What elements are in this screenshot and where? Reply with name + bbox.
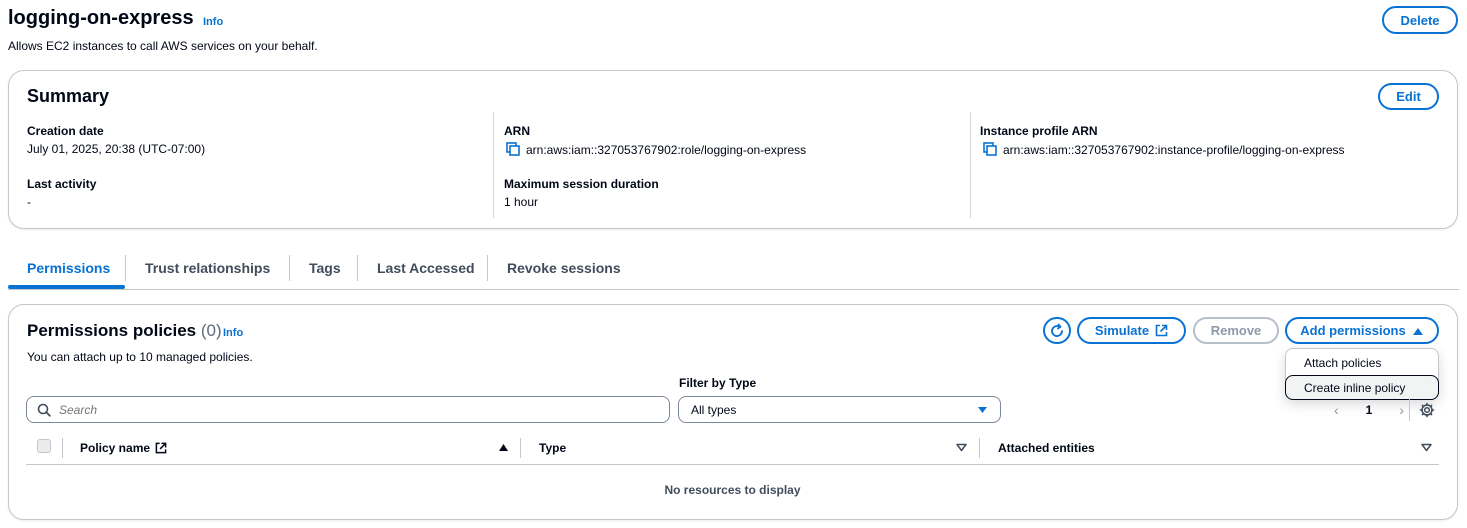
- search-input[interactable]: [59, 402, 619, 417]
- remove-button-label: Remove: [1210, 323, 1262, 338]
- sort-ascending-icon[interactable]: [498, 443, 509, 452]
- filter-type-value: All types: [691, 402, 737, 417]
- tab-divider: [289, 255, 290, 281]
- arn-row: arn:aws:iam::327053767902:role/logging-o…: [506, 142, 806, 157]
- max-session-value: 1 hour: [504, 195, 539, 209]
- select-all-checkbox[interactable]: [37, 439, 51, 453]
- role-description: Allows EC2 instances to call AWS service…: [8, 39, 318, 53]
- previous-page-icon[interactable]: ‹: [1334, 402, 1339, 418]
- empty-state-text: No resources to display: [664, 483, 801, 497]
- pager-divider: [1409, 399, 1410, 421]
- next-page-icon[interactable]: ›: [1399, 402, 1404, 418]
- summary-title: Summary: [27, 86, 110, 106]
- tab-divider: [357, 255, 358, 281]
- creation-date-label: Creation date: [27, 124, 104, 138]
- caret-up-icon: [1412, 327, 1423, 335]
- column-divider: [62, 438, 63, 458]
- refresh-button[interactable]: [1043, 317, 1071, 344]
- column-header-attached-entities[interactable]: Attached entities: [998, 441, 1095, 455]
- remove-button[interactable]: Remove: [1193, 317, 1279, 344]
- refresh-icon: [1051, 323, 1063, 337]
- page-title: logging-on-express: [8, 7, 194, 29]
- filter-by-type-label: Filter by Type: [679, 376, 757, 390]
- last-activity-label: Last activity: [27, 177, 97, 191]
- tab-divider: [487, 255, 488, 281]
- permissions-policies-title: Permissions policies (0): [27, 321, 222, 341]
- menu-item-attach-policies[interactable]: Attach policies: [1286, 350, 1440, 375]
- edit-button[interactable]: Edit: [1378, 83, 1439, 110]
- pagination: ‹ 1 ›: [1334, 401, 1404, 419]
- role-info-link[interactable]: Info: [203, 16, 223, 28]
- last-activity-value: -: [27, 195, 31, 209]
- external-link-icon: [155, 442, 167, 454]
- column-header-policy-name[interactable]: Policy name: [80, 441, 167, 455]
- instance-profile-value: arn:aws:iam::327053767902:instance-profi…: [1003, 143, 1345, 157]
- tab-revoke-sessions[interactable]: Revoke sessions: [507, 260, 621, 276]
- instance-profile-row: arn:aws:iam::327053767902:instance-profi…: [983, 142, 1345, 157]
- copy-icon[interactable]: [506, 142, 520, 156]
- search-field[interactable]: [26, 396, 670, 423]
- search-icon: [37, 403, 51, 417]
- creation-date-value: July 01, 2025, 20:38 (UTC-07:00): [27, 142, 206, 156]
- caret-down-icon: [978, 406, 987, 413]
- menu-item-create-inline-policy[interactable]: Create inline policy: [1285, 375, 1439, 400]
- delete-button[interactable]: Delete: [1382, 6, 1458, 34]
- summary-column-divider: [493, 112, 494, 218]
- instance-profile-label: Instance profile ARN: [980, 124, 1098, 138]
- page-number[interactable]: 1: [1366, 403, 1373, 417]
- add-permissions-menu: Attach policies Create inline policy: [1285, 348, 1439, 400]
- column-header-type[interactable]: Type: [539, 441, 566, 455]
- tab-divider: [125, 255, 126, 281]
- external-link-icon: [1155, 324, 1168, 337]
- tab-tags[interactable]: Tags: [309, 260, 341, 276]
- tab-trust-relationships[interactable]: Trust relationships: [145, 260, 270, 276]
- edit-button-label: Edit: [1396, 89, 1421, 104]
- sort-icon[interactable]: [956, 443, 967, 452]
- permissions-policies-heading: Permissions policies: [27, 321, 197, 340]
- copy-icon[interactable]: [983, 142, 997, 156]
- table-header-divider: [26, 464, 1439, 465]
- permissions-info-link[interactable]: Info: [223, 327, 243, 339]
- column-divider: [520, 438, 521, 458]
- tabs-baseline: [8, 289, 1459, 290]
- simulate-button[interactable]: Simulate: [1077, 317, 1186, 344]
- max-session-label: Maximum session duration: [504, 177, 659, 191]
- delete-button-label: Delete: [1400, 12, 1440, 28]
- summary-column-divider: [970, 112, 971, 218]
- filter-type-select[interactable]: All types: [678, 396, 1001, 423]
- tab-last-accessed[interactable]: Last Accessed: [377, 260, 475, 276]
- simulate-button-label: Simulate: [1094, 323, 1150, 338]
- arn-label: ARN: [504, 124, 530, 138]
- active-tab-indicator: [8, 285, 125, 289]
- add-permissions-label: Add permissions: [1300, 323, 1406, 338]
- add-permissions-button[interactable]: Add permissions: [1285, 317, 1439, 344]
- arn-value: arn:aws:iam::327053767902:role/logging-o…: [526, 143, 807, 157]
- column-divider: [979, 438, 980, 458]
- gear-icon[interactable]: [1419, 402, 1435, 418]
- permissions-description: You can attach up to 10 managed policies…: [27, 350, 253, 364]
- tab-permissions[interactable]: Permissions: [27, 260, 110, 276]
- policy-count: (0): [200, 321, 222, 340]
- sort-icon[interactable]: [1421, 443, 1432, 452]
- policy-name-header-label: Policy name: [80, 441, 151, 455]
